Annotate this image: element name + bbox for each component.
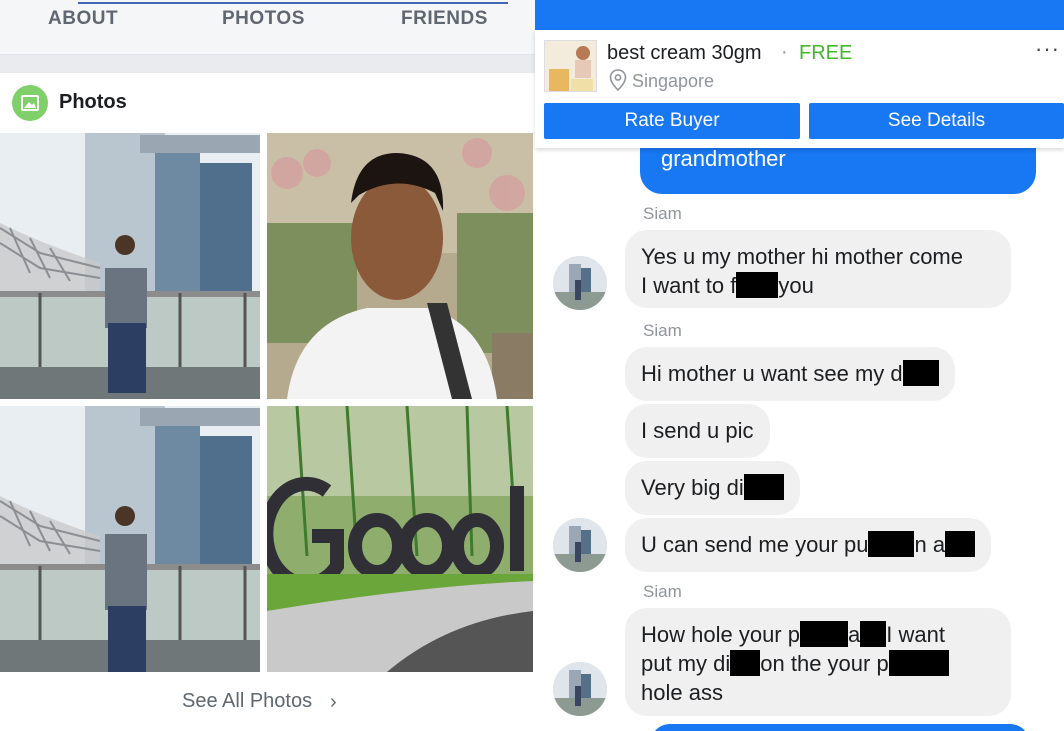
listing-thumbnail[interactable] <box>544 40 597 92</box>
rate-buyer-button[interactable]: Rate Buyer <box>544 103 800 139</box>
outgoing-message: grandmother <box>640 148 1036 194</box>
sender-name: Siam <box>643 204 682 223</box>
redaction-bar <box>799 621 848 647</box>
redaction-bar <box>730 650 761 676</box>
message-thread: grandmother Siam Yes u my mother hi moth… <box>535 148 1064 731</box>
screenshot-root: ABOUT PHOTOS FRIENDS Photos See All Phot… <box>0 0 1064 731</box>
tab-friends[interactable]: FRIENDS <box>401 8 488 30</box>
redaction-bar <box>860 621 887 647</box>
listing-card: best cream 30gm · FREE ··· Singapore Rat… <box>535 30 1064 148</box>
profile-pane: ABOUT PHOTOS FRIENDS Photos See All Phot… <box>0 0 535 731</box>
message-text: Very big di <box>641 475 744 500</box>
message-text: I want to f <box>641 273 737 298</box>
chevron-right-icon[interactable]: › <box>330 691 337 714</box>
avatar[interactable] <box>553 662 607 716</box>
incoming-message: U can send me your pu n a <box>625 518 992 572</box>
separator-dot: · <box>781 41 788 63</box>
message-text: I send u pic <box>641 418 754 443</box>
listing-location: Singapore <box>632 71 715 91</box>
redaction-bar <box>736 272 779 298</box>
incoming-message: Yes u my mother hi mother come I want to… <box>625 230 1011 308</box>
avatar[interactable] <box>553 518 607 572</box>
photo-selfie[interactable] <box>267 133 533 399</box>
photo-google-sign[interactable] <box>267 406 533 672</box>
see-all-photos-link[interactable]: See All Photos <box>182 690 312 713</box>
incoming-message: I send u pic <box>625 404 770 458</box>
see-details-button[interactable]: See Details <box>809 103 1064 139</box>
tab-about[interactable]: ABOUT <box>48 8 118 30</box>
sender-name: Siam <box>643 582 682 601</box>
photo-marina-bay-1[interactable] <box>0 133 260 399</box>
listing-title: best cream 30gm <box>607 42 762 64</box>
photo-marina-bay-2[interactable] <box>0 406 260 672</box>
avatar[interactable] <box>553 256 607 310</box>
sender-name: Siam <box>643 321 682 340</box>
message-text: you <box>778 273 814 298</box>
tab-photos[interactable]: PHOTOS <box>222 8 305 30</box>
message-text: hole ass <box>641 680 723 705</box>
listing-price: FREE <box>799 42 853 64</box>
message-text: a <box>847 622 861 647</box>
photos-icon <box>12 85 48 121</box>
more-options-icon[interactable]: ··· <box>1035 36 1060 62</box>
redaction-bar <box>743 474 784 500</box>
redaction-bar <box>945 531 976 557</box>
redaction-bar <box>868 531 915 557</box>
incoming-message: How hole your p a I want put my di on the y… <box>625 608 1011 716</box>
incoming-message: Hi mother u want see my d <box>625 347 955 401</box>
outgoing-message-partial <box>650 724 1030 731</box>
message-text: put my di <box>641 651 731 676</box>
message-text: How hole your p <box>641 622 800 647</box>
message-text: on the your p <box>760 651 889 676</box>
message-text: n a <box>914 532 946 557</box>
redaction-bar <box>902 360 939 386</box>
photos-section-title: Photos <box>59 91 127 113</box>
message-text: I want <box>886 622 945 647</box>
message-text: Hi mother u want see my d <box>641 361 903 386</box>
message-text: U can send me your pu <box>641 532 869 557</box>
profile-tab-bar: ABOUT PHOTOS FRIENDS <box>0 0 535 55</box>
messenger-pane: best cream 30gm · FREE ··· Singapore Rat… <box>535 0 1064 731</box>
section-gap <box>0 55 535 73</box>
messenger-top-bar <box>535 0 1064 30</box>
message-text: Yes u my mother hi mother come <box>641 244 963 269</box>
location-pin-icon <box>609 69 627 96</box>
incoming-message: Very big di <box>625 461 800 515</box>
tab-bar-divider <box>78 2 508 4</box>
redaction-bar <box>888 650 949 676</box>
